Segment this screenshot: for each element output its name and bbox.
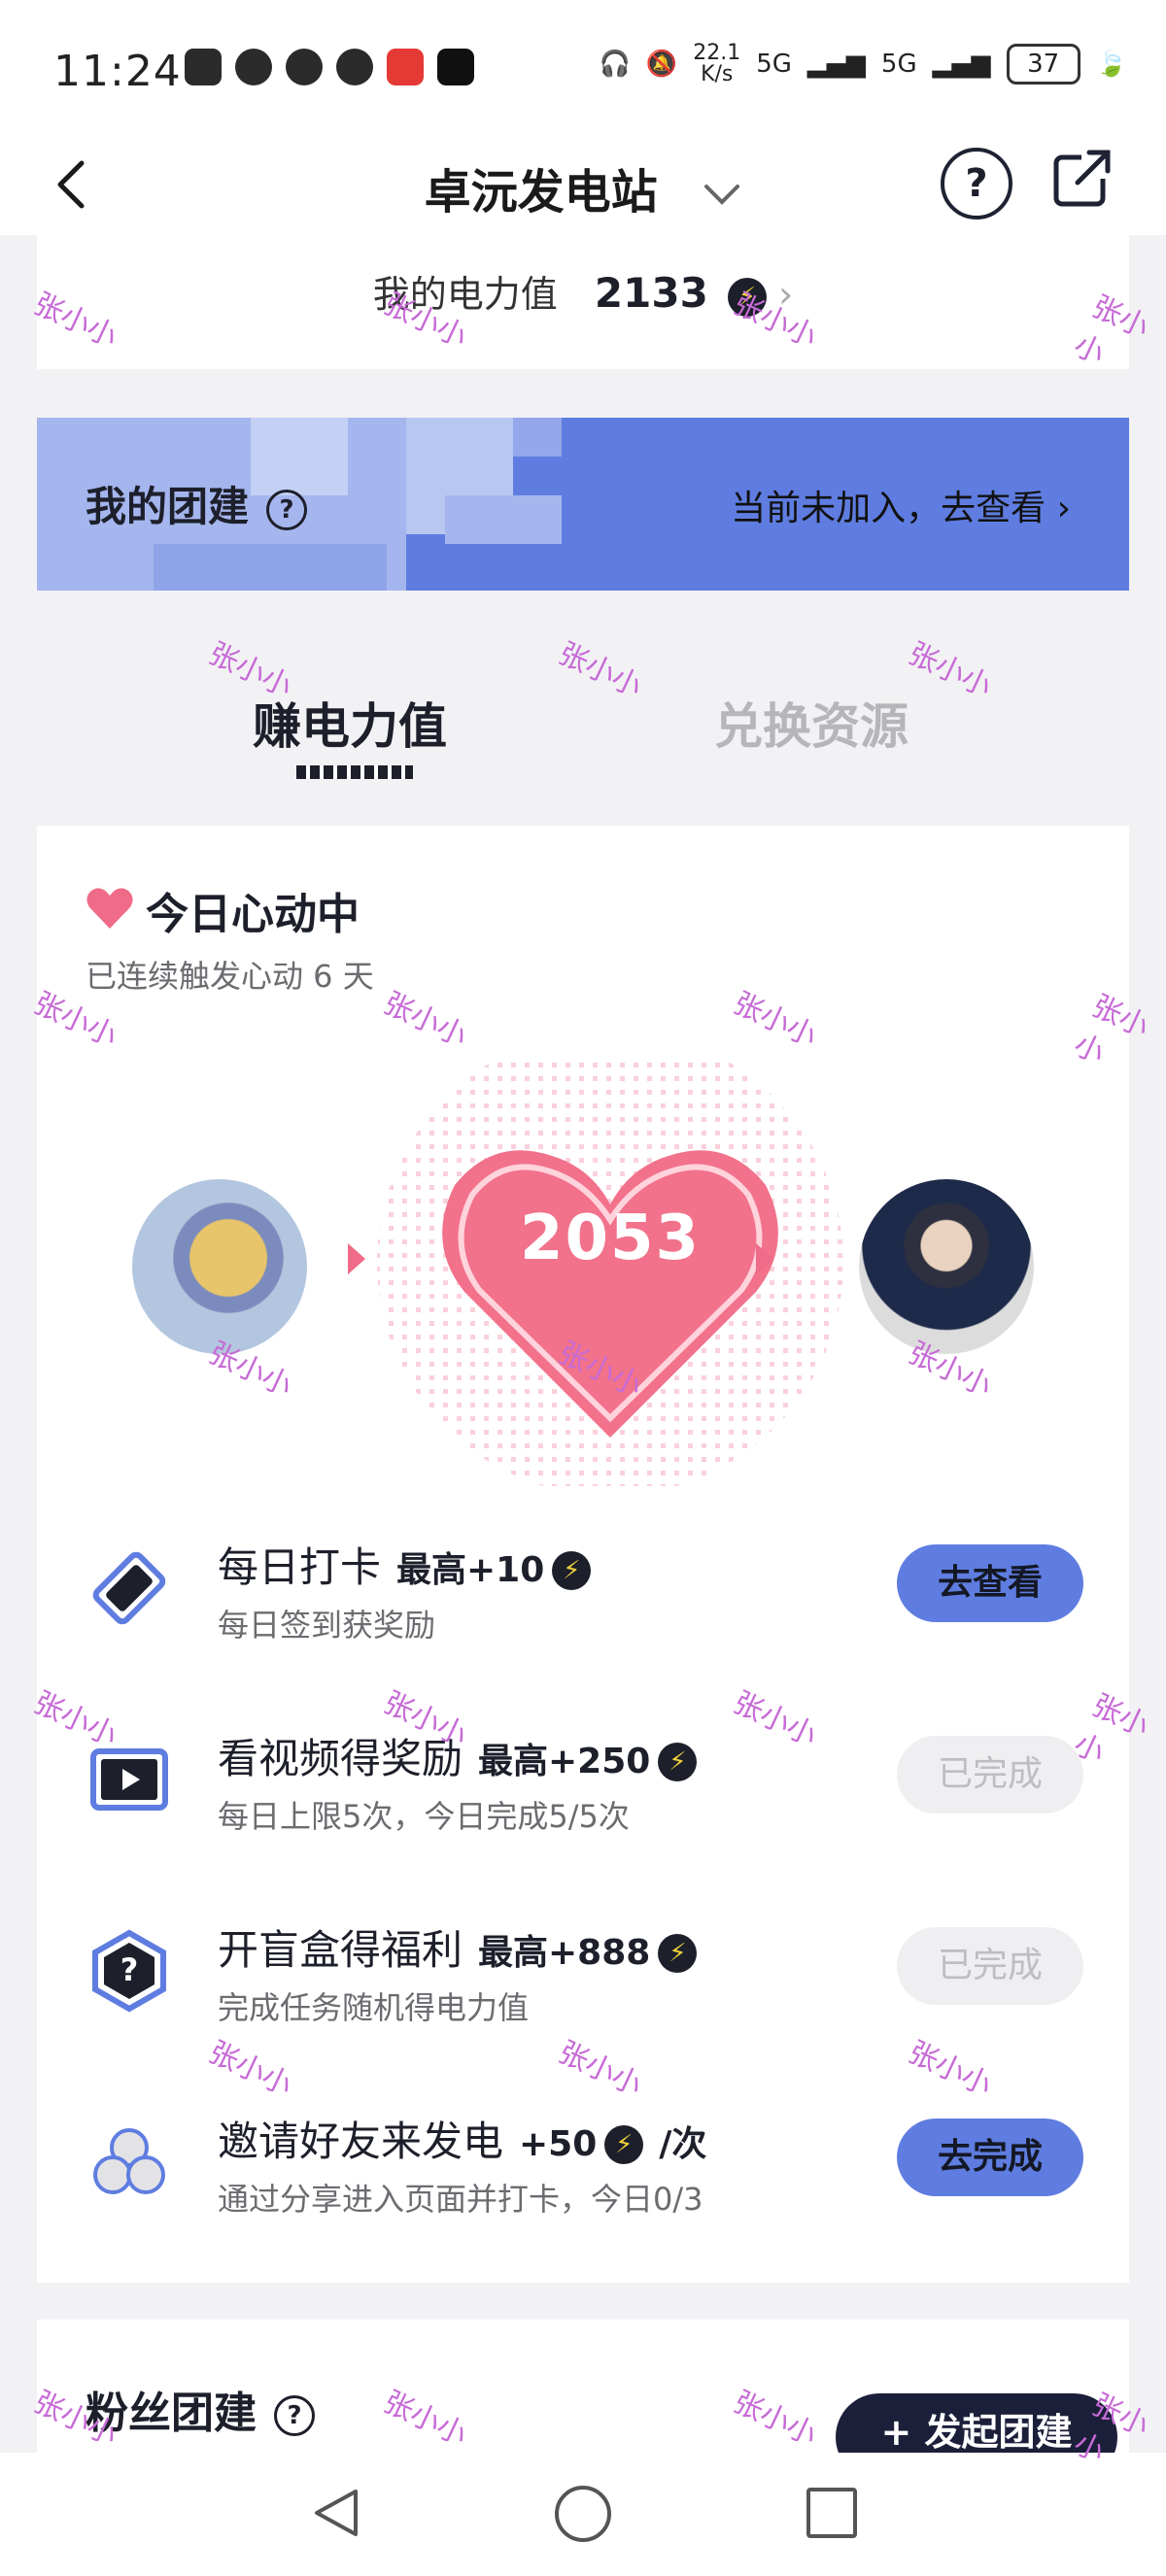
- earn-power-card: 今日心动中 已连续触发心动 6 天 2053 每日打卡 最高+10 ⚡ 每日签到获奖…: [37, 826, 1129, 2283]
- help-icon: ?: [965, 161, 988, 206]
- task-button-complete[interactable]: 去完成: [897, 2118, 1083, 2196]
- task-desc: 完成任务随机得电力值: [218, 1989, 530, 2026]
- video-app-icon: [437, 49, 474, 85]
- friends-icon: [93, 2128, 165, 2194]
- help-button[interactable]: ?: [941, 148, 1012, 220]
- share-button[interactable]: [1052, 148, 1113, 208]
- message-icon: [336, 49, 373, 85]
- heart-count: 2053: [519, 1203, 702, 1274]
- task-button-completed[interactable]: 已完成: [897, 1736, 1083, 1813]
- bolt-icon: ⚡: [727, 277, 767, 317]
- bolt-icon: ⚡: [658, 1742, 698, 1781]
- system-recents-button[interactable]: [806, 2488, 857, 2538]
- power-value: 2133: [594, 269, 708, 317]
- task-desc: 每日上限5次，今日完成5/5次: [218, 1798, 630, 1835]
- ticket-icon: [92, 1551, 166, 1625]
- team-view-link[interactable]: 当前未加入，去查看 ›: [731, 480, 1071, 530]
- status-bar: 11:24 🎧 🔕 22.1 K/s 5G ▂▄▆ 5G ▂▄▆ 37 🍃: [0, 0, 1166, 126]
- fans-team-card: 粉丝团建? + 发起团建: [37, 2320, 1129, 2481]
- power-value-bar[interactable]: 我的电力值 2133 ⚡ ›: [37, 235, 1129, 369]
- heart-icon: [86, 888, 133, 929]
- headphones-icon: 🎧: [599, 50, 631, 79]
- task-daily-checkin: 每日打卡 最高+10 ⚡ 每日签到获奖励 去查看: [37, 1535, 1129, 1690]
- status-time: 11:24: [53, 47, 182, 96]
- help-icon[interactable]: ?: [266, 489, 308, 530]
- bolt-icon: ⚡: [552, 1550, 592, 1590]
- arrow-right-icon: [756, 1243, 773, 1274]
- heart-title: 今日心动中: [146, 890, 360, 939]
- nav-bar: 卓沅发电站 ?: [0, 126, 1166, 235]
- system-nav-bar: [0, 2453, 1166, 2576]
- system-indicators: 🎧 🔕 22.1 K/s 5G ▂▄▆ 5G ▂▄▆ 37 🍃: [599, 43, 1127, 85]
- system-back-button[interactable]: [309, 2486, 363, 2540]
- signal-1: 5G: [756, 50, 792, 79]
- tab-exchange-resources[interactable]: 兑换资源: [714, 688, 909, 758]
- signal-bars-icon: ▂▄▆: [806, 50, 866, 79]
- task-desc: 通过分享进入页面并打卡，今日0/3: [218, 2181, 703, 2218]
- task-reward: +50: [519, 2124, 598, 2164]
- alarm-icon: [235, 49, 272, 85]
- task-button-completed[interactable]: 已完成: [897, 1927, 1083, 2005]
- task-watch-video: 看视频得奖励 最高+250 ⚡ 每日上限5次，今日完成5/5次 已完成: [37, 1726, 1129, 1881]
- task-reward: 最高+888: [478, 1933, 651, 1973]
- my-team-banner[interactable]: 我的团建? 当前未加入，去查看 ›: [37, 418, 1129, 591]
- task-button-view[interactable]: 去查看: [897, 1544, 1083, 1622]
- mystery-box-icon: ?: [92, 1929, 166, 2013]
- fan-avatar[interactable]: [132, 1179, 307, 1354]
- chevron-down-icon: [704, 185, 740, 205]
- nfc-icon: [185, 49, 222, 85]
- svg-text:?: ?: [120, 1951, 139, 1988]
- tab-earn-power[interactable]: 赚电力值: [253, 688, 447, 758]
- task-title: 每日打卡: [218, 1543, 382, 1591]
- help-icon[interactable]: ?: [274, 2395, 315, 2436]
- watermark: 张小小: [903, 636, 997, 705]
- bolt-icon: ⚡: [658, 1933, 698, 1973]
- tab-active-indicator: [296, 765, 413, 779]
- task-reward-suffix: /次: [659, 2124, 707, 2164]
- idol-avatar[interactable]: [859, 1179, 1034, 1354]
- task-desc: 每日签到获奖励: [218, 1607, 436, 1644]
- fans-team-title: 粉丝团建?: [86, 2378, 315, 2440]
- shopping-app-icon: [387, 49, 424, 85]
- my-team-title: 我的团建?: [86, 474, 308, 533]
- chevron-right-icon: ›: [1056, 489, 1071, 528]
- system-home-button[interactable]: [555, 2486, 611, 2542]
- mute-icon: 🔕: [645, 50, 678, 79]
- notification-icons: [185, 49, 474, 85]
- wechat-icon: [286, 49, 323, 85]
- battery-level: 37: [1006, 44, 1080, 85]
- video-icon: [90, 1748, 168, 1811]
- task-title: 邀请好友来发电: [218, 2118, 504, 2165]
- chevron-right-icon: ›: [778, 273, 794, 316]
- net-speed: 22.1 K/s: [693, 41, 741, 86]
- power-label: 我的电力值: [372, 273, 558, 316]
- watermark: 张小小: [553, 636, 647, 705]
- task-reward: 最高+10: [396, 1550, 545, 1590]
- signal-bars-icon: ▂▄▆: [932, 50, 991, 79]
- task-title: 看视频得奖励: [218, 1735, 463, 1782]
- leaf-icon: 🍃: [1095, 50, 1127, 79]
- heart-streak: 已连续触发心动 6 天: [86, 958, 374, 995]
- bolt-icon: ⚡: [604, 2124, 644, 2164]
- task-title: 开盲盒得福利: [218, 1926, 463, 1974]
- task-blind-box: ? 开盲盒得福利 最高+888 ⚡ 完成任务随机得电力值 已完成: [37, 1917, 1129, 2073]
- signal-2: 5G: [880, 50, 917, 79]
- task-reward: 最高+250: [478, 1742, 651, 1781]
- task-invite-friends: 邀请好友来发电 +50 ⚡ /次 通过分享进入页面并打卡，今日0/3 去完成: [37, 2109, 1129, 2264]
